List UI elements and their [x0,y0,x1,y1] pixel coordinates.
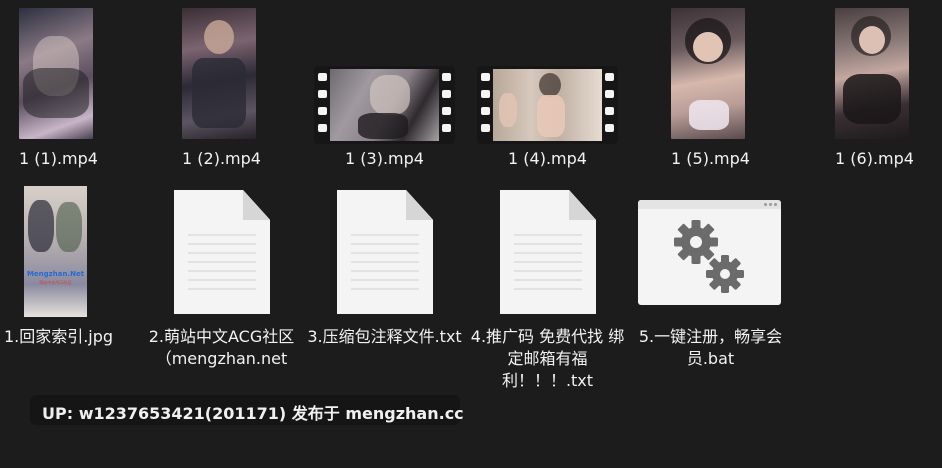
file-name: 1 (6).mp4 [835,149,914,168]
batch-file-icon [638,200,781,305]
file-name: 1 (1).mp4 [19,149,98,168]
gears-icon [674,220,744,293]
video-thumbnail [477,66,618,144]
video-thumbnail [182,8,256,139]
watermark-logo-text: Mengzhan.Net [26,270,85,278]
uploader-watermark-text: UP: w1237653421(201171) 发布于 mengzhan.cc [42,404,464,423]
watermark-sub-text: 萌站中文ACG社区 [39,280,72,285]
uploader-watermark: UP: w1237653421(201171) 发布于 mengzhan.cc [30,395,464,425]
file-name: 1 (5).mp4 [671,149,750,168]
video-thumbnail [671,8,745,139]
file-name: 2.萌站中文ACG社区（mengzhan.net [148,327,295,368]
video-thumbnail [314,66,455,144]
image-thumbnail: Mengzhan.Net 萌站中文ACG社区 [24,186,87,317]
file-name: 1 (3).mp4 [345,149,424,168]
file-name: 1 (4).mp4 [508,149,587,168]
file-name: 5.一键注册，畅享会员.bat [638,327,783,368]
file-name: 1 (2).mp4 [182,149,261,168]
video-thumbnail [835,8,909,139]
file-name: 1.回家索引.jpg [3,327,114,346]
file-name: 3.压缩包注释文件.txt [307,327,462,346]
file-name: 4.推广码 免费代找 绑定邮箱有福利！！！.txt [470,327,625,390]
video-thumbnail [19,8,93,139]
